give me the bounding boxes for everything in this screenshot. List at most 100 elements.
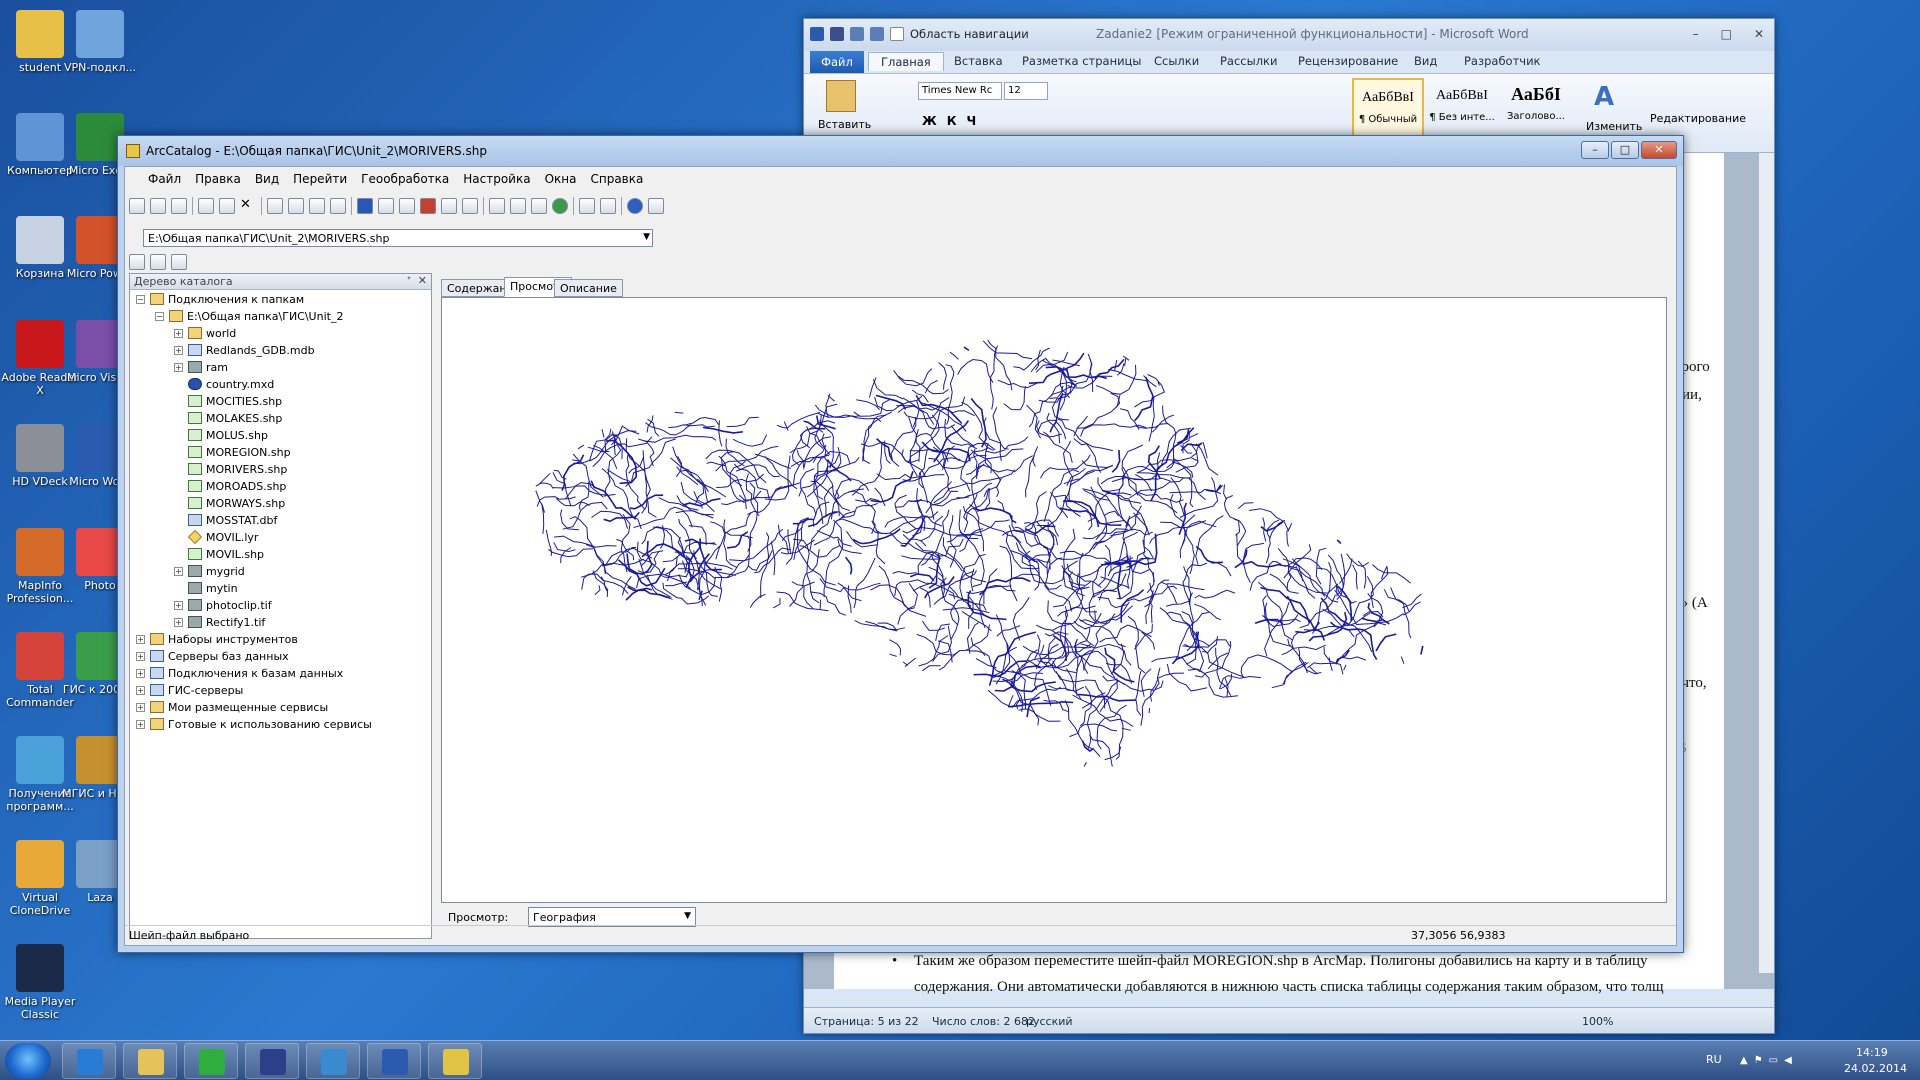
thumbnails-icon[interactable] xyxy=(330,198,346,214)
menu-go[interactable]: Перейти xyxy=(286,169,354,191)
font-size-combo[interactable]: 12 xyxy=(1004,82,1048,100)
tray-date[interactable]: 24.02.2014 xyxy=(1844,1062,1907,1075)
maximize-icon[interactable]: □ xyxy=(1721,27,1732,41)
expand-icon[interactable]: + xyxy=(174,345,183,355)
python-window-icon[interactable] xyxy=(441,198,457,214)
tab-page-layout[interactable]: Разметка страницы xyxy=(1022,54,1141,68)
nav-pane-checkbox[interactable] xyxy=(890,27,904,41)
paste-icon[interactable] xyxy=(826,80,856,112)
connect-folder-icon[interactable] xyxy=(150,198,166,214)
chevron-down-icon[interactable]: ▼ xyxy=(643,232,650,242)
zoom-out-icon[interactable] xyxy=(510,198,526,214)
create-thumbnail-icon[interactable] xyxy=(648,198,664,214)
expand-icon[interactable]: + xyxy=(174,617,183,627)
status-words[interactable]: Число слов: 2 682 xyxy=(932,1015,1035,1028)
start-button[interactable] xyxy=(5,1043,51,1079)
editing-button[interactable]: Редактирование xyxy=(1650,112,1746,125)
import-metadata-icon[interactable] xyxy=(150,254,166,270)
zoom-in-icon[interactable] xyxy=(489,198,505,214)
expand-icon[interactable]: + xyxy=(174,600,183,610)
tree-node[interactable]: MOVIL.shp xyxy=(174,547,264,561)
word-titlebar[interactable]: Область навигации Zadanie2 [Режим ограни… xyxy=(804,19,1774,51)
tree-node[interactable]: MOROADS.shp xyxy=(174,479,286,493)
up-one-level-icon[interactable] xyxy=(129,198,145,214)
collapse-icon[interactable]: − xyxy=(155,311,164,321)
catalog-window-icon[interactable] xyxy=(378,198,394,214)
taskbar-word-button[interactable] xyxy=(367,1043,421,1079)
menu-file[interactable]: Файл xyxy=(141,169,188,191)
menu-geoprocessing[interactable]: Геообработка xyxy=(354,169,456,191)
tree-node[interactable]: + Redlands_GDB.mdb xyxy=(174,343,315,357)
status-page[interactable]: Страница: 5 из 22 xyxy=(814,1015,919,1028)
taskbar-search-button[interactable] xyxy=(306,1043,360,1079)
taskbar-save-button[interactable] xyxy=(245,1043,299,1079)
expand-icon[interactable]: + xyxy=(136,702,145,712)
taskbar-ie-button[interactable] xyxy=(62,1043,116,1079)
location-combo[interactable]: E:\Общая папка\ГИС\Unit_2\MORIVERS.shp ▼ xyxy=(143,229,653,247)
search-window-icon[interactable] xyxy=(399,198,415,214)
undo-icon[interactable] xyxy=(850,27,864,41)
maximize-button[interactable]: □ xyxy=(1611,141,1639,159)
collapse-icon[interactable]: − xyxy=(136,294,145,304)
expand-icon[interactable]: + xyxy=(136,634,145,644)
minimize-button[interactable]: – xyxy=(1581,141,1609,159)
tab-references[interactable]: Ссылки xyxy=(1154,54,1199,68)
arctoolbox-icon[interactable] xyxy=(420,198,436,214)
tree-node[interactable]: + Подключения к базам данных xyxy=(136,666,343,680)
pin-icon[interactable]: ᐩ xyxy=(407,274,411,287)
expand-icon[interactable]: + xyxy=(174,566,183,576)
export-metadata-icon[interactable] xyxy=(171,254,187,270)
tree-node[interactable]: + ram xyxy=(174,360,228,374)
tree-node[interactable]: MOLAKES.shp xyxy=(174,411,282,425)
tree-node[interactable]: MORWAYS.shp xyxy=(174,496,285,510)
preview-mode-select[interactable]: География ▼ xyxy=(528,907,696,927)
redo-icon[interactable] xyxy=(870,27,884,41)
tree-node[interactable]: MORIVERS.shp xyxy=(174,462,287,476)
save-icon[interactable] xyxy=(830,27,844,41)
tree-node[interactable]: MOSSTAT.dbf xyxy=(174,513,277,527)
chevron-down-icon[interactable]: ▼ xyxy=(684,911,691,921)
expand-icon[interactable]: + xyxy=(174,362,183,372)
tray-time[interactable]: 14:19 xyxy=(1856,1046,1888,1059)
tab-developer[interactable]: Разработчик xyxy=(1464,54,1541,68)
status-lang[interactable]: русский xyxy=(1026,1015,1073,1028)
preview-map[interactable] xyxy=(441,297,1667,903)
close-button[interactable]: ✕ xyxy=(1641,141,1677,159)
edit-metadata-icon[interactable] xyxy=(129,254,145,270)
desktop-icon[interactable]: Media Player Classic xyxy=(0,944,82,1021)
tree-node[interactable]: MOLUS.shp xyxy=(174,428,268,442)
menu-help[interactable]: Справка xyxy=(583,169,650,191)
copy-icon[interactable] xyxy=(198,198,214,214)
taskbar-far-button[interactable] xyxy=(184,1043,238,1079)
paste-button[interactable]: Вставить xyxy=(818,118,871,131)
style-heading[interactable]: АаБбІ Заголово... xyxy=(1500,78,1572,140)
tree-node[interactable]: MOREGION.shp xyxy=(174,445,291,459)
tree-node[interactable]: MOCITIES.shp xyxy=(174,394,282,408)
font-name-combo[interactable]: Times New Rc xyxy=(918,82,1002,100)
menu-view[interactable]: Вид xyxy=(248,169,286,191)
tree-node[interactable]: − E:\Общая папка\ГИС\Unit_2 xyxy=(155,309,343,323)
word-app-icon[interactable] xyxy=(810,27,824,41)
word-vertical-scrollbar[interactable] xyxy=(1758,153,1774,973)
minimize-icon[interactable]: – xyxy=(1693,27,1699,41)
expand-icon[interactable]: + xyxy=(136,668,145,678)
style-normal[interactable]: АаБбВвІ ¶ Обычный xyxy=(1352,78,1424,140)
tree-node[interactable]: + Серверы баз данных xyxy=(136,649,289,663)
pan-icon[interactable] xyxy=(531,198,547,214)
tab-view[interactable]: Вид xyxy=(1414,54,1437,68)
full-extent-icon[interactable] xyxy=(552,198,568,214)
tree-node[interactable]: + Мои размещенные сервисы xyxy=(136,700,328,714)
model-builder-icon[interactable] xyxy=(462,198,478,214)
tree-node[interactable]: + Готовые к использованию сервисы xyxy=(136,717,372,731)
tab-insert[interactable]: Вставка xyxy=(954,54,1003,68)
tray-icons[interactable]: ▲⚑▭◀ xyxy=(1740,1055,1798,1066)
tab-home[interactable]: Главная xyxy=(868,52,944,71)
expand-icon[interactable]: + xyxy=(136,651,145,661)
paste-icon[interactable] xyxy=(219,198,235,214)
expand-icon[interactable]: + xyxy=(136,719,145,729)
change-styles-button[interactable]: Изменить xyxy=(1586,120,1642,133)
menu-windows[interactable]: Окна xyxy=(538,169,584,191)
arccatalog-titlebar[interactable]: ArcCatalog - E:\Общая папка\ГИС\Unit_2\M… xyxy=(118,136,1683,166)
taskbar-arccatalog-button[interactable] xyxy=(428,1043,482,1079)
forward-arrow-icon[interactable] xyxy=(600,198,616,214)
